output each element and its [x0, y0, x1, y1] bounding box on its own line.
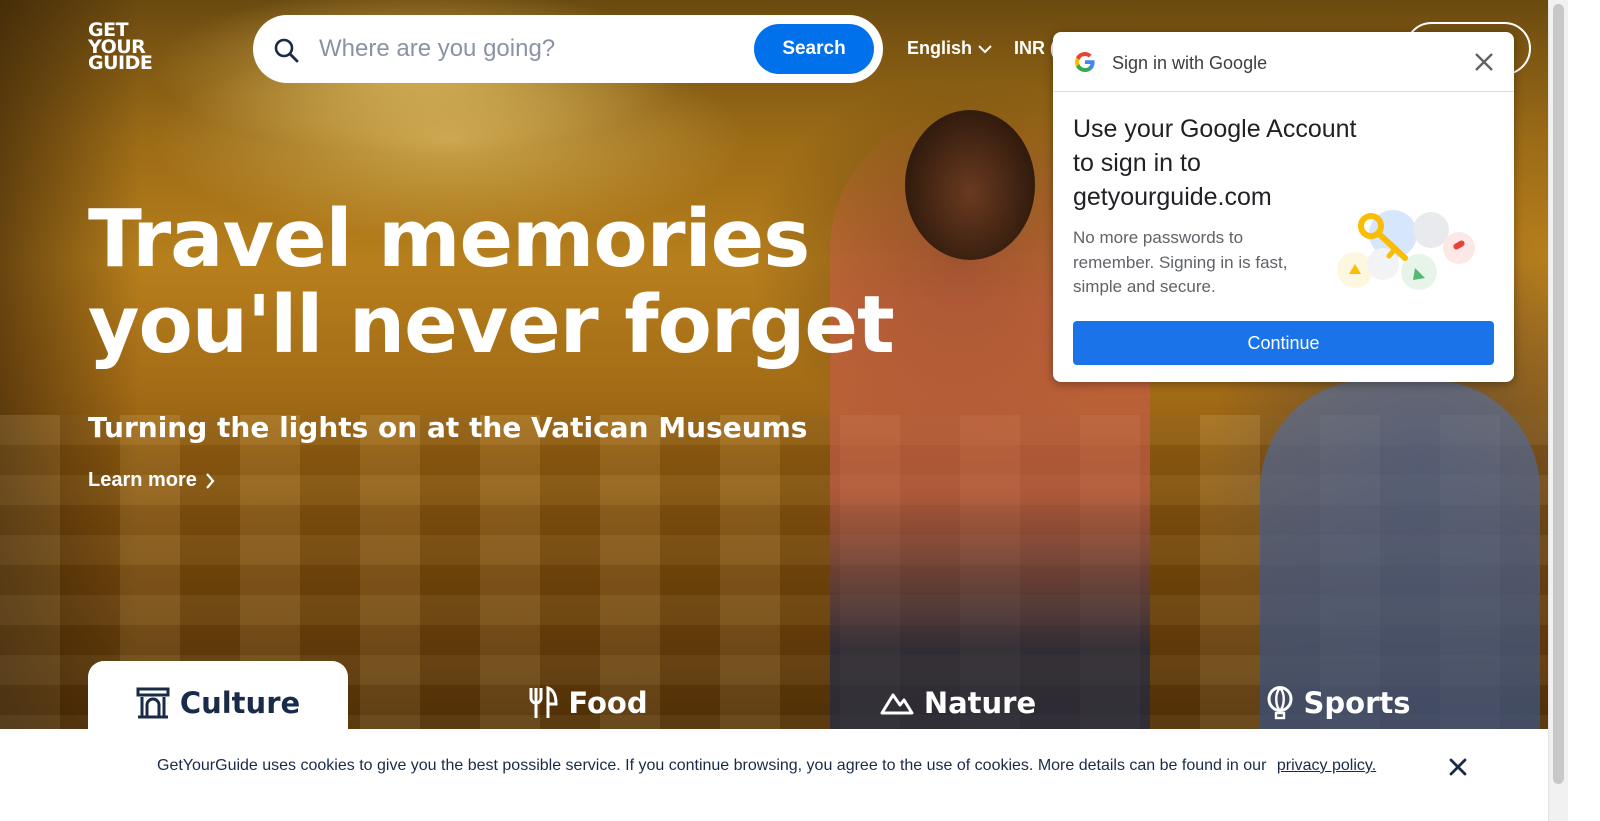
currency-label: INR (₹)	[1014, 38, 1054, 58]
logo-line: GUIDE	[88, 52, 153, 74]
google-popup-header-text: Sign in with Google	[1112, 53, 1268, 73]
scrollbar-thumb[interactable]	[1553, 4, 1564, 784]
close-icon[interactable]	[1473, 51, 1495, 73]
hero-person-head	[905, 110, 1035, 260]
museum-icon	[136, 687, 170, 719]
chevron-right-icon	[206, 472, 215, 489]
continue-button[interactable]: Continue	[1073, 321, 1494, 365]
chevron-down-icon	[978, 44, 992, 53]
page-scrollbar[interactable]	[1548, 0, 1568, 821]
learn-more-label: Learn more	[88, 469, 197, 491]
language-selector[interactable]: English	[907, 38, 992, 59]
cookie-message: GetYourGuide uses cookies to give you th…	[157, 757, 1376, 775]
headline-line: you'll never forget	[88, 279, 895, 371]
google-logo-icon	[1075, 52, 1095, 72]
search-bar: Search	[253, 15, 883, 83]
search-button[interactable]: Search	[754, 24, 874, 74]
close-icon[interactable]	[1447, 756, 1469, 778]
google-popup-description: No more passwords to remember. Signing i…	[1073, 228, 1288, 296]
tab-label: Nature	[923, 686, 1037, 720]
tab-label: Food	[568, 686, 648, 720]
search-input[interactable]	[319, 29, 739, 69]
cookie-banner: GetYourGuide uses cookies to give you th…	[0, 729, 1548, 821]
mountain-icon	[880, 693, 914, 715]
balloon-icon	[1267, 686, 1292, 720]
google-signin-popup: Sign in with Google Use your Google Acco…	[1053, 32, 1514, 382]
tab-label: Sports	[1303, 686, 1411, 720]
key-illustration-icon	[1337, 210, 1475, 290]
getyourguide-logo[interactable]: GET YOUR GUIDE	[88, 21, 160, 74]
fork-knife-icon	[529, 686, 558, 718]
currency-selector[interactable]: INR (₹)	[1014, 38, 1054, 59]
learn-more-link[interactable]: Learn more	[88, 469, 215, 492]
hero-subheadline: Turning the lights on at the Vatican Mus…	[88, 411, 808, 444]
tab-label: Culture	[179, 686, 301, 720]
google-popup-title: Use your Google Account to sign in to ge…	[1073, 115, 1357, 211]
cookie-text: GetYourGuide uses cookies to give you th…	[157, 757, 1267, 774]
privacy-policy-link[interactable]: privacy policy.	[1277, 757, 1376, 774]
hero-headline: Travel memories you'll never forget	[88, 193, 895, 371]
language-label: English	[907, 38, 973, 58]
headline-line: Travel memories	[88, 193, 810, 285]
google-popup-header: Sign in with Google	[1053, 32, 1514, 92]
search-icon	[274, 38, 299, 63]
